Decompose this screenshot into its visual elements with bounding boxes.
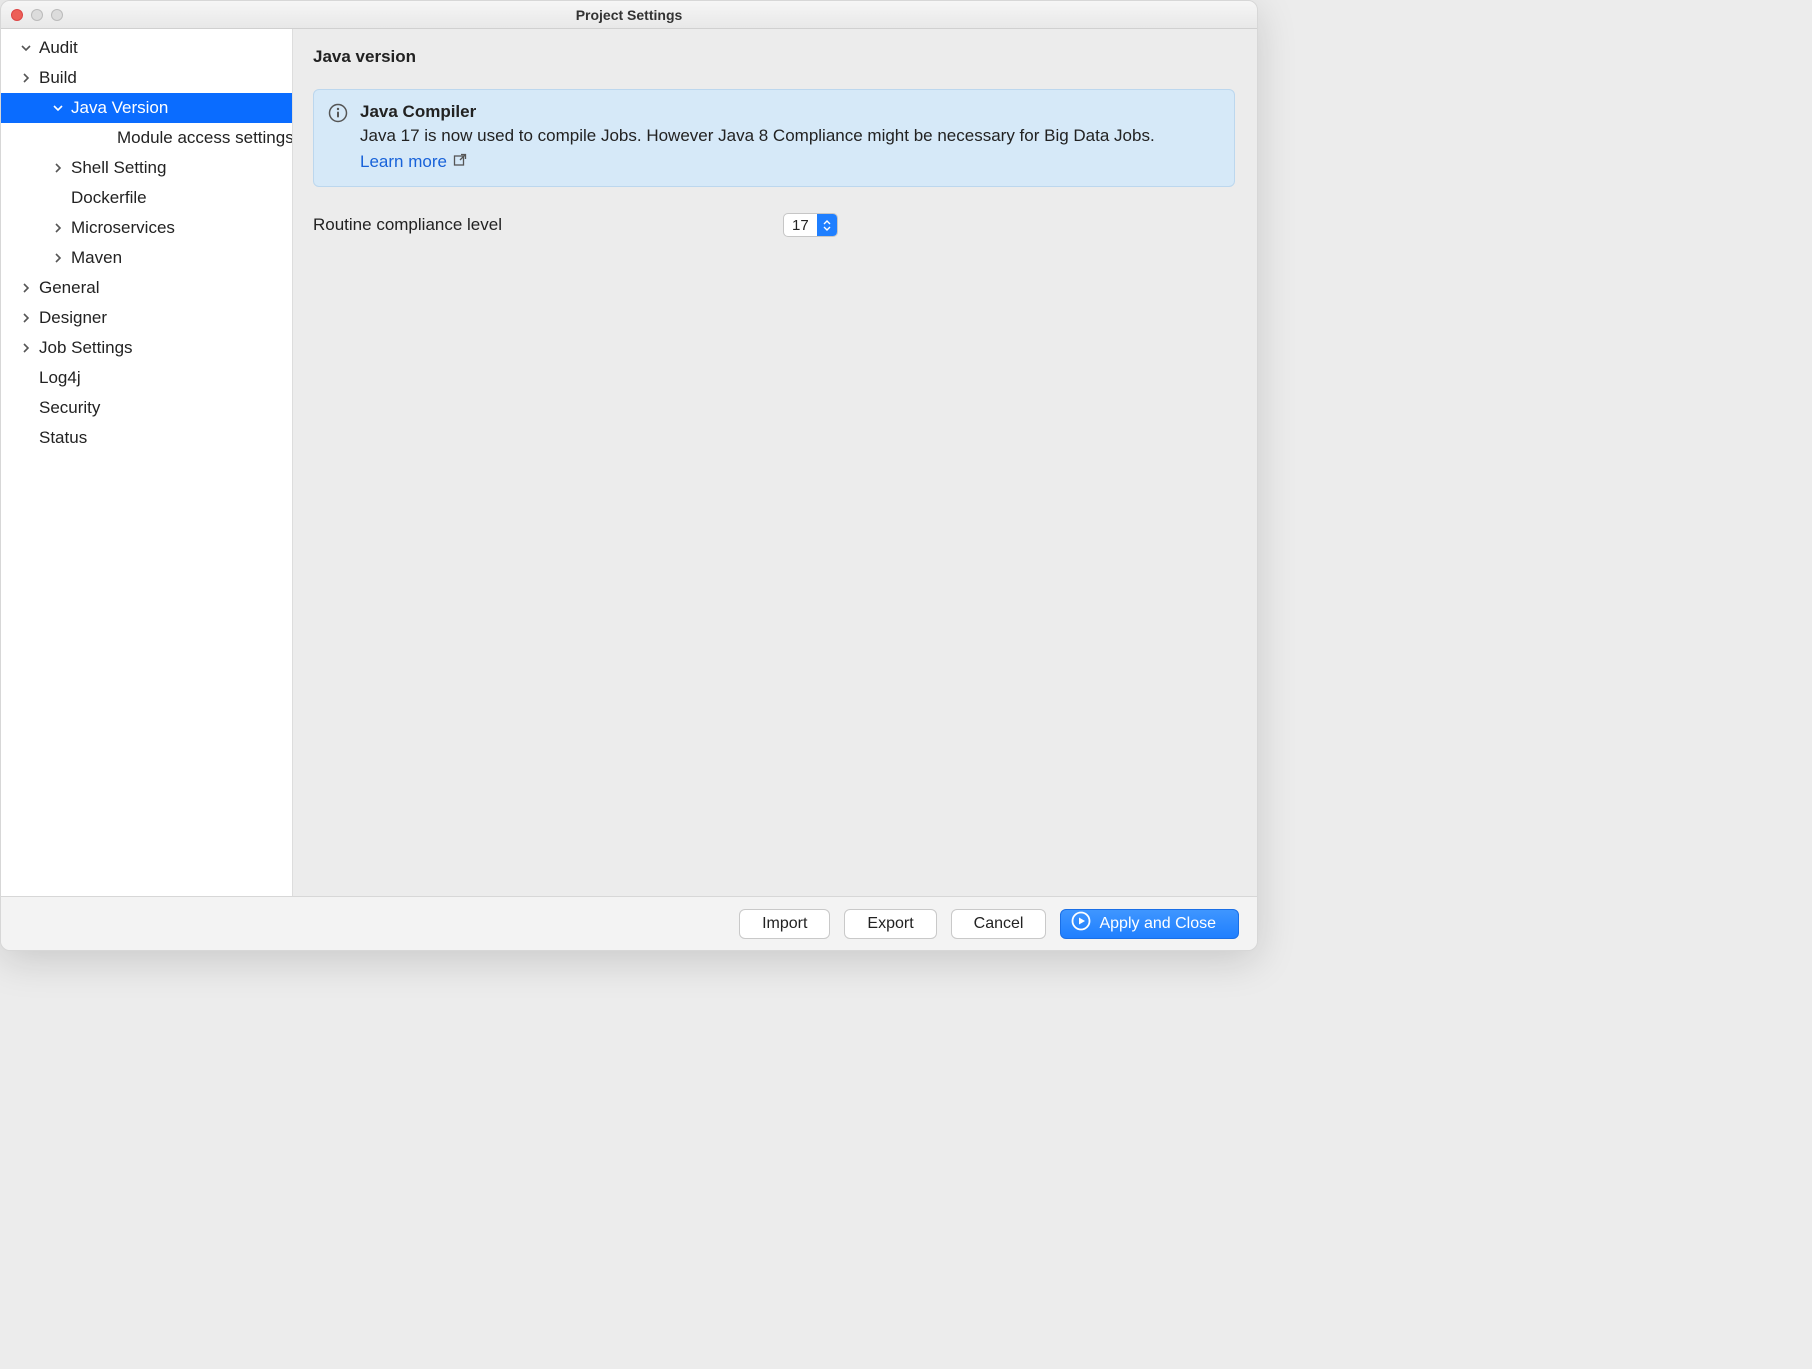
- info-icon: [328, 103, 348, 128]
- window-controls: [1, 9, 63, 21]
- play-circle-icon: [1071, 911, 1091, 936]
- sidebar-item-java-version[interactable]: Java Version: [1, 93, 292, 123]
- settings-window: Project Settings Audit Build Java Vers: [0, 0, 1258, 951]
- sidebar-item-label: Log4j: [39, 368, 81, 388]
- sidebar-item-build[interactable]: Build: [1, 63, 292, 93]
- import-button[interactable]: Import: [739, 909, 830, 939]
- footer: Import Export Cancel Apply and Close: [1, 896, 1257, 950]
- sidebar-item-label: Dockerfile: [71, 188, 147, 208]
- page-title: Java version: [313, 47, 1235, 67]
- button-label: Cancel: [974, 915, 1024, 933]
- sidebar-item-label: Maven: [71, 248, 122, 268]
- sidebar-item-status[interactable]: Status: [1, 423, 292, 453]
- sidebar: Audit Build Java Version Module access s…: [1, 29, 293, 896]
- select-stepper-icon: [817, 214, 837, 236]
- chevron-right-icon: [51, 223, 65, 233]
- sidebar-item-shell-setting[interactable]: Shell Setting: [1, 153, 292, 183]
- sidebar-item-general[interactable]: General: [1, 273, 292, 303]
- content-panel: Java version Java Compiler Java 17 is no…: [293, 29, 1257, 896]
- sidebar-item-label: Module access settings: [117, 128, 293, 148]
- learn-more-link[interactable]: Learn more: [360, 152, 467, 172]
- info-body: Java Compiler Java 17 is now used to com…: [360, 102, 1218, 172]
- sidebar-item-log4j[interactable]: Log4j: [1, 363, 292, 393]
- button-label: Export: [867, 915, 913, 933]
- sidebar-item-label: Job Settings: [39, 338, 133, 358]
- minimize-window-button[interactable]: [31, 9, 43, 21]
- close-window-button[interactable]: [11, 9, 23, 21]
- chevron-right-icon: [51, 253, 65, 263]
- compliance-select[interactable]: 17: [783, 213, 838, 237]
- export-button[interactable]: Export: [844, 909, 936, 939]
- sidebar-item-label: Shell Setting: [71, 158, 166, 178]
- cancel-button[interactable]: Cancel: [951, 909, 1047, 939]
- info-text: Java 17 is now used to compile Jobs. How…: [360, 126, 1218, 146]
- info-title: Java Compiler: [360, 102, 1218, 122]
- button-label: Import: [762, 915, 807, 933]
- sidebar-item-label: Java Version: [71, 98, 168, 118]
- compliance-label: Routine compliance level: [313, 215, 783, 235]
- sidebar-item-label: Audit: [39, 38, 78, 58]
- external-link-icon: [453, 152, 467, 172]
- chevron-right-icon: [19, 343, 33, 353]
- sidebar-item-label: Microservices: [71, 218, 175, 238]
- window-body: Audit Build Java Version Module access s…: [1, 29, 1257, 896]
- sidebar-item-dockerfile[interactable]: Dockerfile: [1, 183, 292, 213]
- select-value: 17: [784, 214, 817, 236]
- chevron-right-icon: [19, 283, 33, 293]
- sidebar-item-label: Status: [39, 428, 87, 448]
- chevron-down-icon: [51, 103, 65, 113]
- titlebar: Project Settings: [1, 1, 1257, 29]
- zoom-window-button[interactable]: [51, 9, 63, 21]
- button-label: Apply and Close: [1099, 915, 1216, 933]
- sidebar-item-security[interactable]: Security: [1, 393, 292, 423]
- info-banner: Java Compiler Java 17 is now used to com…: [313, 89, 1235, 187]
- window-title: Project Settings: [1, 7, 1257, 23]
- sidebar-item-audit[interactable]: Audit: [1, 33, 292, 63]
- sidebar-item-label: General: [39, 278, 99, 298]
- compliance-row: Routine compliance level 17: [313, 213, 1235, 237]
- link-label: Learn more: [360, 152, 447, 172]
- sidebar-item-label: Security: [39, 398, 100, 418]
- sidebar-item-designer[interactable]: Designer: [1, 303, 292, 333]
- sidebar-item-job-settings[interactable]: Job Settings: [1, 333, 292, 363]
- chevron-right-icon: [19, 73, 33, 83]
- chevron-down-icon: [19, 43, 33, 53]
- sidebar-item-label: Build: [39, 68, 77, 88]
- chevron-right-icon: [51, 163, 65, 173]
- sidebar-item-module-access[interactable]: Module access settings: [1, 123, 292, 153]
- sidebar-item-microservices[interactable]: Microservices: [1, 213, 292, 243]
- sidebar-item-label: Designer: [39, 308, 107, 328]
- sidebar-item-maven[interactable]: Maven: [1, 243, 292, 273]
- apply-close-button[interactable]: Apply and Close: [1060, 909, 1239, 939]
- chevron-right-icon: [19, 313, 33, 323]
